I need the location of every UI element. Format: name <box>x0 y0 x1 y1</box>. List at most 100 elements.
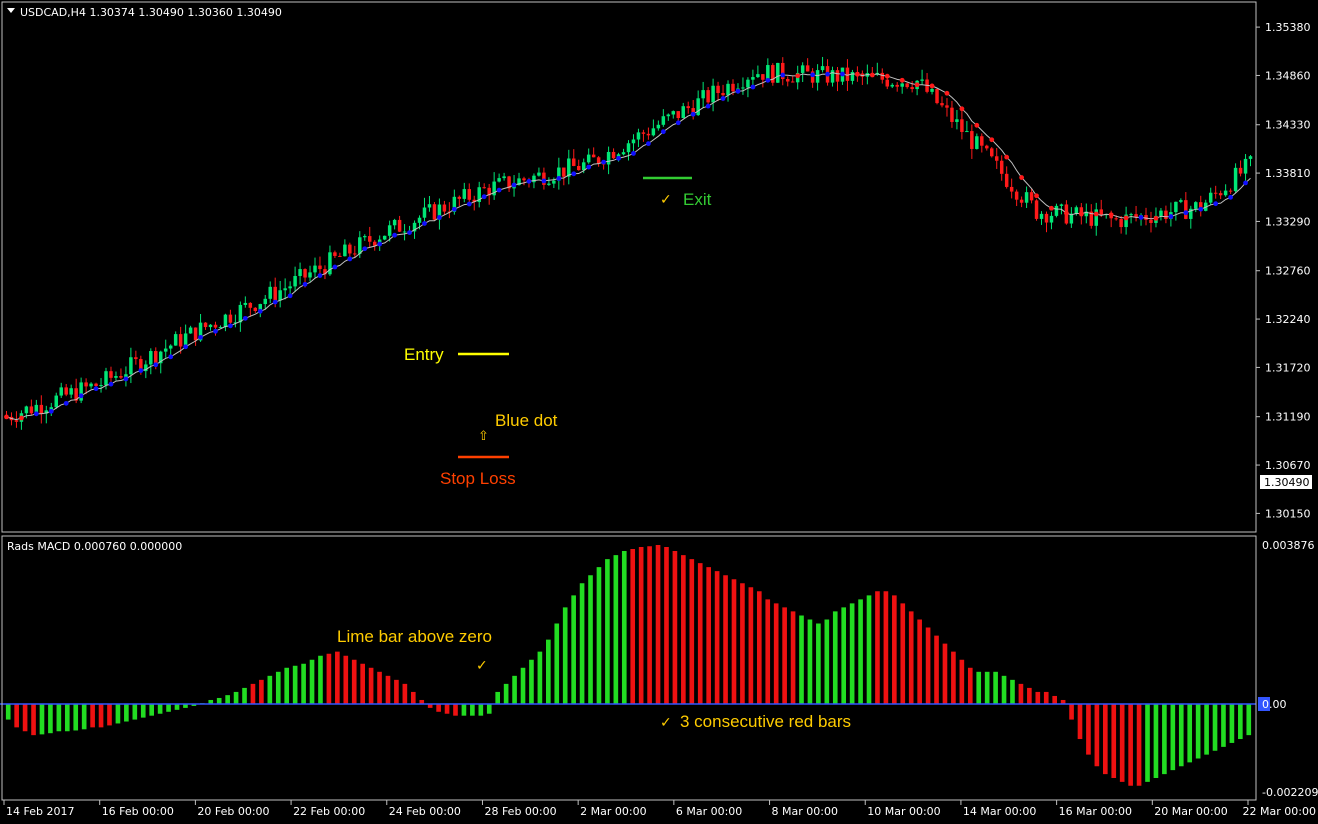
ma-dot <box>541 178 547 184</box>
candle-body <box>1114 218 1118 220</box>
candle-body <box>243 302 248 305</box>
trading-chart: USDCAD,H4 1.30374 1.30490 1.30360 1.3049… <box>0 0 1318 824</box>
ma-dot <box>1213 201 1219 207</box>
candle-body <box>1009 186 1014 192</box>
ma-dot <box>511 182 517 188</box>
candle-body <box>746 79 750 88</box>
price-tick-label: 1.30670 <box>1265 459 1311 472</box>
candle-body <box>761 74 765 80</box>
candle-body <box>676 111 681 119</box>
candle-body <box>392 219 397 226</box>
candle-body <box>104 371 108 386</box>
candle-body <box>751 77 755 80</box>
ma-dot <box>422 221 427 226</box>
candle-body <box>970 131 974 149</box>
candle-body <box>1164 210 1168 220</box>
ma-dot <box>780 72 786 78</box>
candle-body <box>586 154 591 163</box>
candle-body <box>173 334 178 346</box>
candle-body <box>1159 210 1163 216</box>
candle-body <box>711 85 715 103</box>
candle-body <box>467 189 472 200</box>
candle-body <box>537 172 541 176</box>
candle-body <box>656 124 661 129</box>
candle-body <box>756 74 760 78</box>
ma-dot <box>168 354 174 360</box>
candle-body <box>129 357 133 375</box>
price-tick-label: 1.31190 <box>1265 411 1311 424</box>
candle-body <box>591 154 596 158</box>
candle-body <box>353 253 357 255</box>
candle-body <box>417 217 422 223</box>
ma-dot <box>586 164 592 170</box>
candle-body <box>1059 204 1064 206</box>
blue-dot-label: Blue dot <box>495 411 558 430</box>
candle-body <box>1248 156 1253 159</box>
ma-dot <box>571 171 577 177</box>
candle-body <box>203 322 208 328</box>
candle-body <box>651 128 656 136</box>
candle-body <box>562 167 566 177</box>
candle-body <box>278 290 282 301</box>
ma-dot <box>720 96 726 101</box>
ma-dot <box>705 103 711 109</box>
candle-body <box>776 62 780 83</box>
candle-body <box>223 314 228 328</box>
ma-dot <box>451 206 457 212</box>
ma-dot <box>228 323 233 329</box>
ma-dot <box>377 241 383 247</box>
price-tick-label: 1.33290 <box>1265 215 1311 228</box>
time-tick-label: 2 Mar 00:00 <box>580 805 646 818</box>
candle-body <box>114 376 118 378</box>
candle-body <box>149 351 153 365</box>
candle-body <box>318 265 322 270</box>
ma-dot <box>242 315 248 321</box>
candle-body <box>726 83 730 96</box>
candle-body <box>358 237 362 254</box>
candle-body <box>268 286 272 299</box>
candle-body <box>955 119 959 122</box>
ma-dot <box>48 408 54 414</box>
candle-body <box>596 157 601 164</box>
ma-dot <box>914 82 920 88</box>
candle-body <box>1044 213 1049 223</box>
price-tick-label: 1.34330 <box>1265 119 1311 132</box>
candle-body <box>790 81 795 83</box>
candle-body <box>706 90 710 103</box>
ma-dot <box>1108 212 1114 218</box>
candle-body <box>935 88 939 104</box>
candle-body <box>84 382 88 387</box>
candle-body <box>636 132 641 140</box>
candle-body <box>815 70 820 83</box>
candle-body <box>308 272 312 278</box>
ma-dot <box>272 299 278 305</box>
ma-dot <box>646 141 651 147</box>
candle-body <box>960 119 964 132</box>
ma-dot <box>556 176 562 181</box>
candle-body <box>547 183 551 185</box>
price-tick-label: 1.30150 <box>1265 507 1311 520</box>
ma-dot <box>631 151 636 156</box>
exit-check-icon: ✓ <box>660 192 672 208</box>
candle-body <box>432 204 437 220</box>
candle-body <box>850 72 855 81</box>
candle-body <box>671 111 676 115</box>
candle-body <box>1034 200 1039 219</box>
candle-body <box>24 406 29 414</box>
candle-body <box>1213 192 1218 194</box>
ma-dot <box>437 215 442 220</box>
candle-body <box>576 165 581 171</box>
candle-body <box>696 98 700 116</box>
candle-body <box>303 269 307 278</box>
candle-body <box>1218 193 1223 196</box>
stop-loss-label: Stop Loss <box>440 469 516 488</box>
candle-body <box>1179 200 1183 202</box>
ma-dot <box>407 230 412 236</box>
candle-body <box>965 131 969 133</box>
candle-body <box>1024 192 1029 203</box>
candle-body <box>785 79 790 82</box>
ma-dot <box>392 232 398 238</box>
candle-body <box>905 83 909 88</box>
ma-dot <box>1123 215 1129 221</box>
candle-body <box>820 66 825 71</box>
